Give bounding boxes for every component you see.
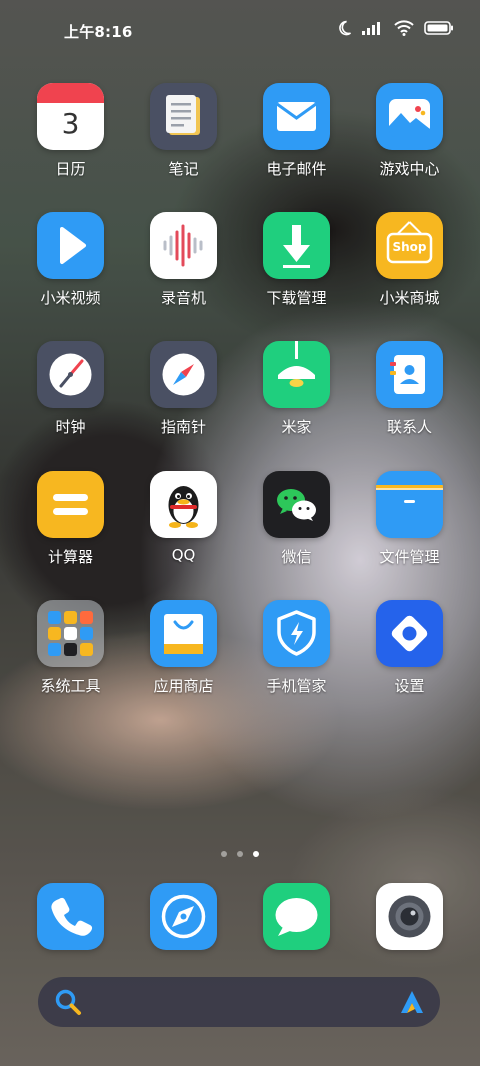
app-label: 联系人 [386, 418, 432, 436]
app-recorder[interactable]: 录音机 [127, 212, 240, 308]
app-security[interactable]: 手机管家 [240, 600, 353, 696]
dock-phone[interactable] [14, 883, 127, 950]
shopping-bag-icon [150, 600, 217, 667]
app-label: 下载管理 [266, 289, 327, 307]
app-downloads[interactable]: 下载管理 [240, 212, 353, 308]
folder-icon [376, 471, 443, 538]
calendar-icon: 3 [37, 83, 104, 150]
penguin-icon [150, 471, 217, 538]
app-label: 微信 [281, 548, 312, 566]
app-app-store[interactable]: 应用商店 [127, 600, 240, 696]
app-label: 应用商店 [153, 677, 214, 695]
camera-lens-icon [376, 883, 443, 950]
app-label: 小米商城 [379, 289, 440, 307]
clock-icon [37, 341, 104, 408]
calculator-icon [37, 471, 104, 538]
app-label: QQ [171, 546, 196, 564]
folder-preview-icon [37, 600, 104, 667]
app-label: 电子邮件 [266, 160, 327, 178]
app-system-tools-folder[interactable]: 系统工具 [14, 600, 127, 696]
search-bar[interactable] [38, 977, 440, 1027]
battery-icon [424, 21, 454, 35]
app-clock[interactable]: 时钟 [14, 341, 127, 437]
gear-icon [376, 600, 443, 667]
lamp-icon [263, 341, 330, 408]
app-calendar[interactable]: 3 日历 [14, 83, 127, 179]
notes-icon [150, 83, 217, 150]
app-notes[interactable]: 笔记 [127, 83, 240, 179]
dock-browser[interactable] [127, 883, 240, 950]
app-mi-store[interactable]: Shop 小米商城 [353, 212, 466, 308]
app-wechat[interactable]: 微信 [240, 471, 353, 567]
shop-sign-icon: Shop [376, 212, 443, 279]
dock-camera[interactable] [353, 883, 466, 950]
page-dot[interactable] [237, 851, 243, 857]
app-contacts[interactable]: 联系人 [353, 341, 466, 437]
waveform-icon [150, 212, 217, 279]
app-email[interactable]: 电子邮件 [240, 83, 353, 179]
shield-bolt-icon [263, 600, 330, 667]
app-label: 手机管家 [266, 677, 327, 695]
wifi-icon [394, 20, 414, 36]
app-label: 小米视频 [40, 289, 101, 307]
app-label: 文件管理 [379, 548, 440, 566]
page-dot[interactable] [221, 851, 227, 857]
app-qq[interactable]: QQ [127, 471, 240, 564]
app-label: 设置 [394, 677, 425, 695]
moon-icon [336, 20, 352, 36]
compass-icon [150, 341, 217, 408]
phone-icon [37, 883, 104, 950]
status-bar: 上午8:16 [0, 0, 480, 60]
page-indicator [0, 851, 480, 857]
app-label: 时钟 [55, 418, 86, 436]
mail-icon [263, 83, 330, 150]
app-label: 系统工具 [40, 677, 101, 695]
app-mi-video[interactable]: 小米视频 [14, 212, 127, 308]
contact-card-icon [376, 341, 443, 408]
app-label: 录音机 [160, 289, 206, 307]
calendar-date: 3 [61, 107, 80, 140]
gamepad-icon [376, 83, 443, 150]
app-label: 游戏中心 [379, 160, 440, 178]
app-settings[interactable]: 设置 [353, 600, 466, 696]
message-bubble-icon [263, 883, 330, 950]
shop-text: Shop [392, 240, 427, 254]
app-label: 米家 [281, 418, 312, 436]
app-mi-home[interactable]: 米家 [240, 341, 353, 437]
search-icon[interactable] [54, 988, 82, 1020]
app-label: 指南针 [160, 418, 206, 436]
page-dot-active[interactable] [253, 851, 259, 857]
app-label: 日历 [55, 160, 86, 178]
app-game-center[interactable]: 游戏中心 [353, 83, 466, 179]
signal-icon [362, 21, 384, 35]
download-arrow-icon [263, 212, 330, 279]
app-file-manager[interactable]: 文件管理 [353, 471, 466, 567]
app-label: 笔记 [168, 160, 199, 178]
dock-messages[interactable] [240, 883, 353, 950]
status-time: 上午8:16 [64, 23, 133, 41]
app-label: 计算器 [47, 548, 93, 566]
play-icon [37, 212, 104, 279]
app-calculator[interactable]: 计算器 [14, 471, 127, 567]
xiaoai-assistant-icon[interactable] [398, 989, 426, 1019]
wechat-icon [263, 471, 330, 538]
app-compass[interactable]: 指南针 [127, 341, 240, 437]
browser-compass-icon [150, 883, 217, 950]
